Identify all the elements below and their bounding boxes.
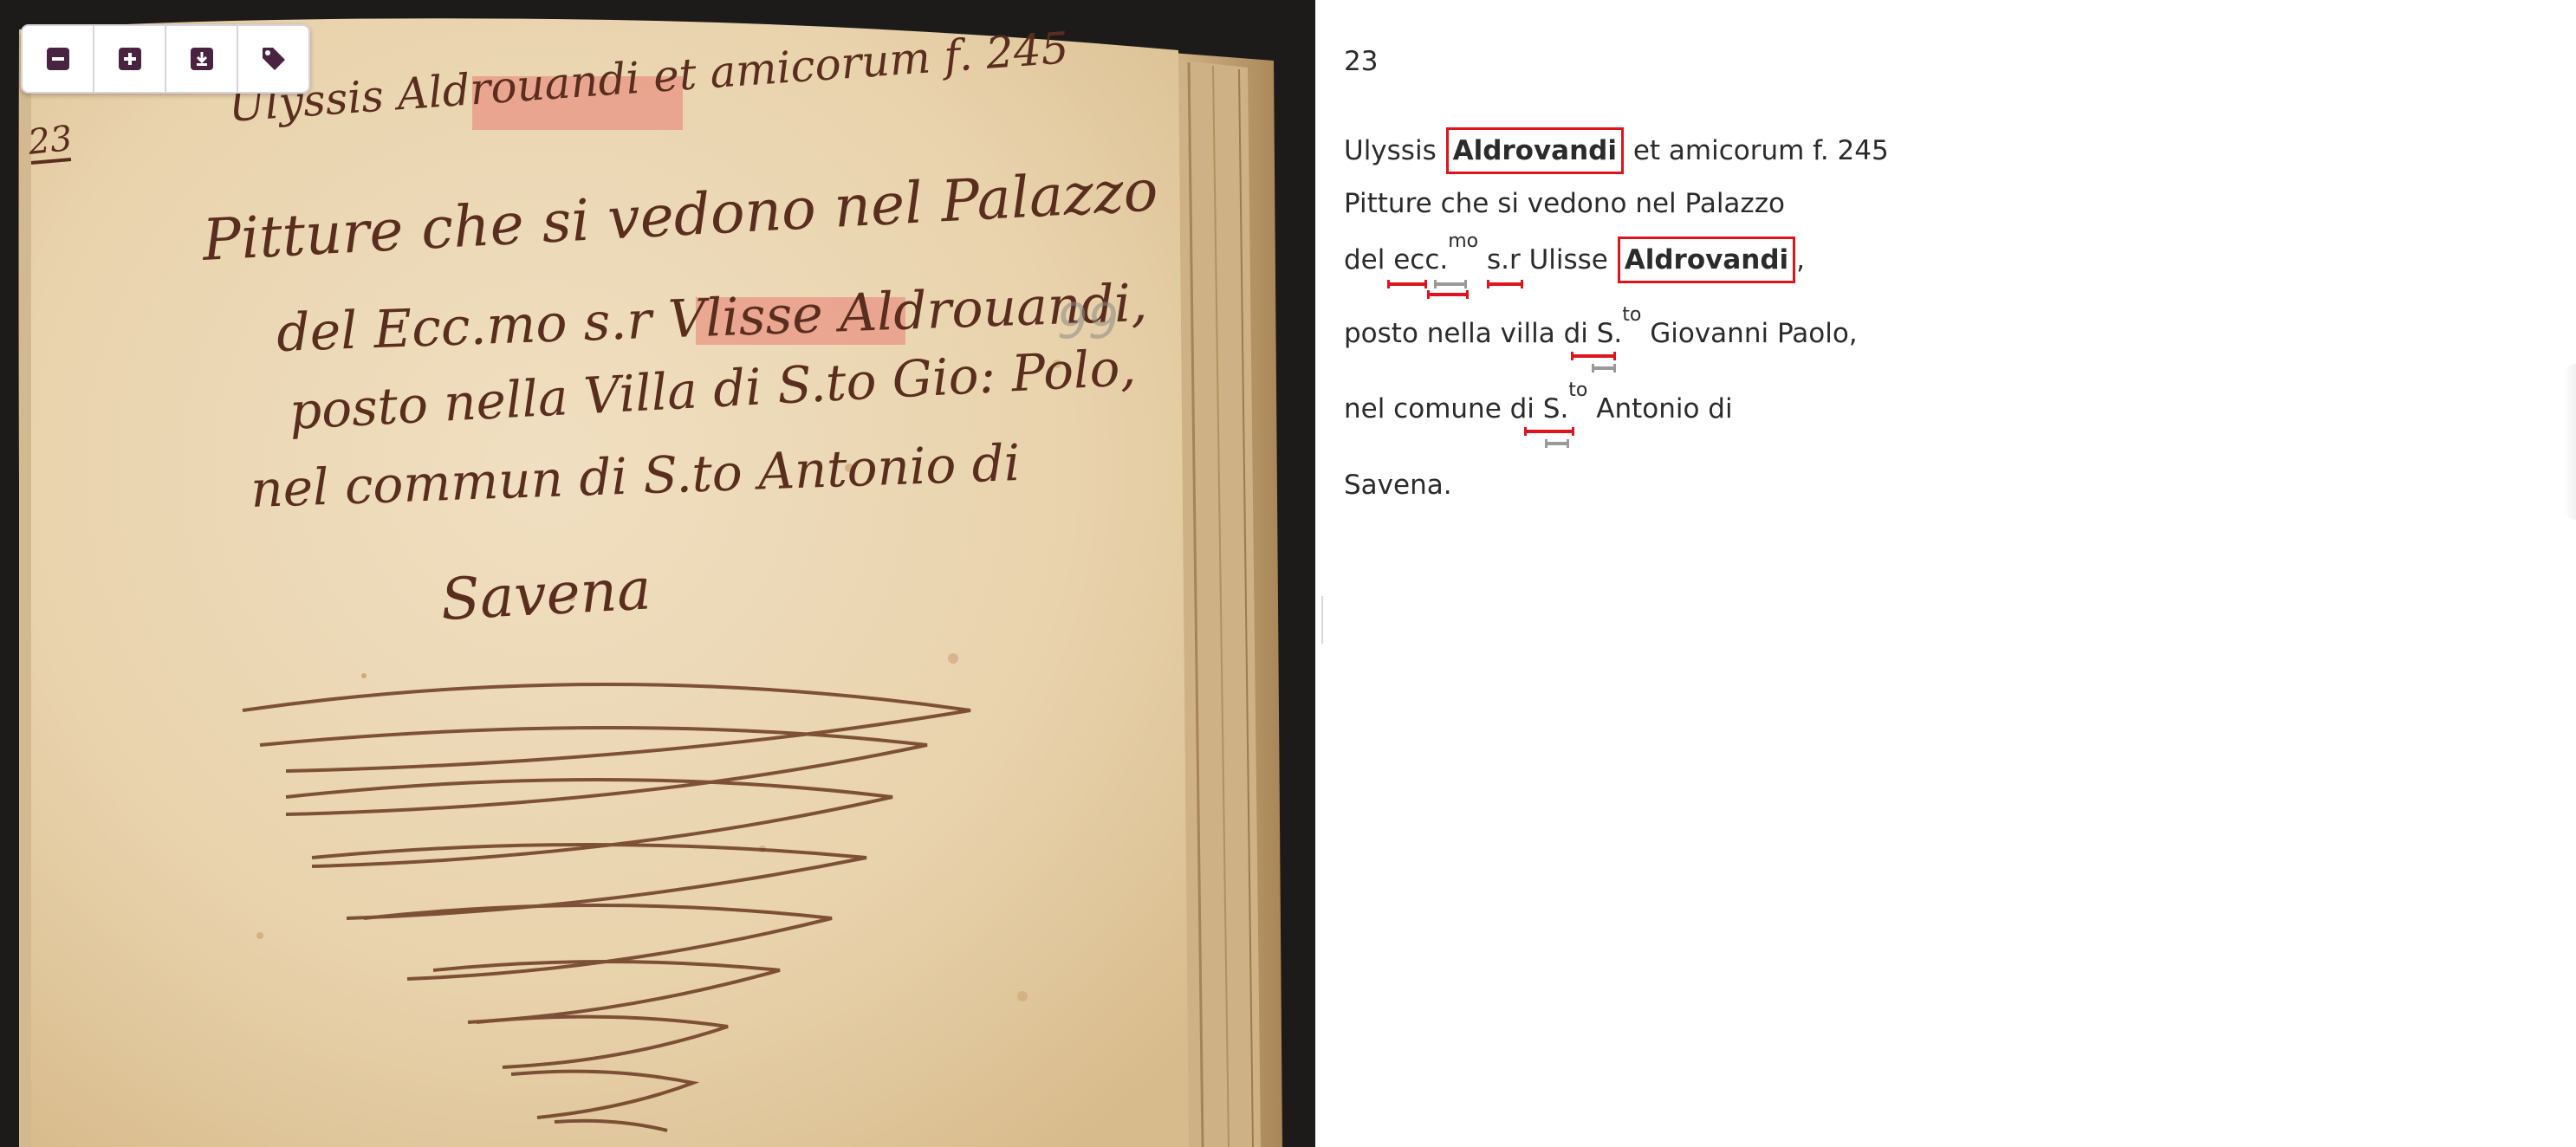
viewer-toolbar xyxy=(21,24,310,94)
abbreviation-marker xyxy=(1571,352,1616,360)
abbreviation-marker xyxy=(1434,280,1467,288)
transcription-line-2: Pitture che si vedono nel Palazzo xyxy=(1344,188,1785,219)
entity-aldrovandi[interactable]: Aldrovandi xyxy=(1445,127,1624,174)
transcription-line-3: del ecc.mo s.r Ulisse Aldrovandi, xyxy=(1344,231,1806,299)
pencil-number: 99 xyxy=(1057,294,1119,350)
page-number: 23 xyxy=(1344,46,1379,77)
manuscript-line-6: Savena xyxy=(439,555,652,633)
line-text: del ecc. xyxy=(1344,244,1449,275)
tag-icon xyxy=(262,48,285,70)
superscript: to xyxy=(1622,303,1642,326)
line-text: nel comune di S. xyxy=(1344,393,1569,424)
zoom-out-button[interactable] xyxy=(23,26,94,92)
line-text: Giovanni Paolo, xyxy=(1650,318,1858,349)
line-text: Ulyssis xyxy=(1344,135,1437,166)
abbreviation-sr[interactable]: s.r Ulisse xyxy=(1486,242,1608,288)
download-icon xyxy=(190,48,213,70)
transcription-line-5: nel comune di S.to Antonio di xyxy=(1344,380,1733,448)
line-text: Antonio di xyxy=(1596,393,1733,424)
transcription-line-6: Savena. xyxy=(1344,470,1452,501)
transcription-panel: 23 Ulyssis Aldrovandi et amicorum f. 245… xyxy=(1344,0,2557,1147)
panel-divider-handle[interactable] xyxy=(1321,596,1323,644)
minus-square-icon xyxy=(46,48,69,70)
superscript: to xyxy=(1568,379,1588,401)
superscript: mo xyxy=(1448,230,1479,252)
abbreviation-santo[interactable]: nel comune di S.to xyxy=(1344,380,1587,448)
tag-button[interactable] xyxy=(238,26,308,92)
download-button[interactable] xyxy=(166,26,238,92)
transcription-line-1: Ulyssis Aldrovandi et amicorum f. 245 xyxy=(1344,127,1889,174)
folio-number: 23 xyxy=(25,119,74,163)
line-text: s.r Ulisse xyxy=(1486,244,1608,275)
line-text: posto nella villa di S. xyxy=(1344,318,1623,349)
abbreviation-marker xyxy=(1486,280,1523,288)
manuscript-scan: 23 Ulyssis Aldrouandi et amicorum f. 245… xyxy=(0,0,1315,1147)
entity-aldrovandi[interactable]: Aldrovandi xyxy=(1617,237,1796,283)
scroll-edge-shadow xyxy=(2564,364,2576,520)
plus-square-icon xyxy=(118,48,141,70)
line-text: , xyxy=(1796,244,1806,275)
abbreviation-santo[interactable]: posto nella villa di S.to xyxy=(1344,305,1641,373)
abbreviation-ecc[interactable]: del ecc.mo xyxy=(1344,231,1478,299)
zoom-in-button[interactable] xyxy=(94,26,166,92)
abbreviation-marker xyxy=(1427,290,1469,299)
abbreviation-marker xyxy=(1592,364,1616,373)
abbreviation-marker xyxy=(1524,427,1574,436)
manuscript-viewer[interactable]: 23 Ulyssis Aldrouandi et amicorum f. 245… xyxy=(0,0,1315,1147)
transcription-line-4: posto nella villa di S.to Giovanni Paolo… xyxy=(1344,305,1858,373)
line-text: et amicorum f. 245 xyxy=(1632,135,1889,166)
abbreviation-marker xyxy=(1387,280,1427,288)
abbreviation-marker xyxy=(1545,439,1569,448)
